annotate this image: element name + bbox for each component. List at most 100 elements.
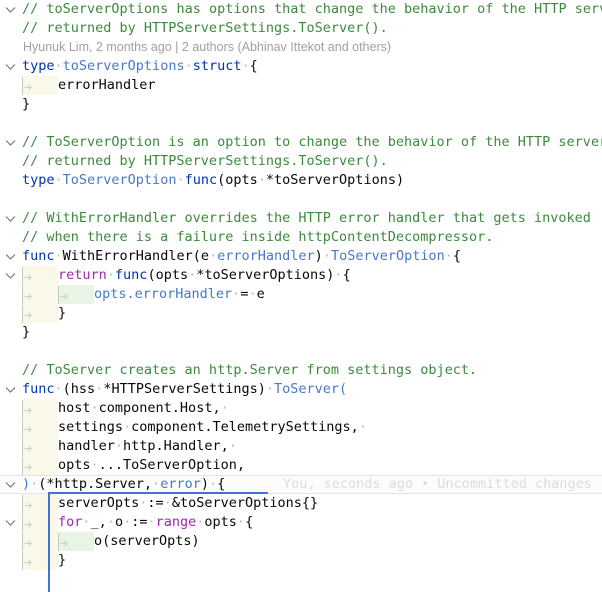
code-line[interactable]: // returned by HTTPServerSettings.ToServ… [0,152,602,171]
code-line-text[interactable]: host·component.Host,· [58,399,229,418]
code-token: · [54,58,63,74]
code-line-text[interactable]: o(serverOpts) [94,532,200,551]
code-line[interactable]: host·component.Host,· [0,399,602,418]
code-line[interactable]: func·(hss·*HTTPServerSettings)·ToServer( [0,380,602,399]
code-line[interactable] [0,114,602,133]
code-token: { [249,58,258,74]
code-line-text[interactable]: // returned by HTTPServerSettings.ToServ… [22,152,388,171]
code-line[interactable]: return·func(opts·*toServerOptions)·{ [0,266,602,285]
code-line[interactable]: type·toServerOptions·struct·{ [0,57,602,76]
code-line-text[interactable]: settings·component.TelemetrySettings,· [58,418,367,437]
code-line[interactable]: // when there is a failure inside httpCo… [0,228,602,247]
code-line[interactable] [0,342,602,361]
code-token: // ToServer creates an http.Server from … [22,362,478,378]
code-line[interactable]: } [0,323,602,342]
code-editor-viewport[interactable]: // toServerOptions has options that chan… [0,0,602,592]
code-token: component.TelemetrySettings, [131,419,359,435]
code-line[interactable]: } [0,551,602,570]
indent-guide [22,437,58,456]
editor-gutter [0,266,22,285]
code-token: · [334,267,343,283]
code-line-text[interactable]: } [22,323,30,342]
code-line-text[interactable]: opts·...ToServerOption, [58,456,245,475]
code-line-text[interactable]: return·func(opts·*toServerOptions)·{ [58,266,351,285]
code-line-text[interactable]: handler·http.Handler,· [58,437,237,456]
code-line[interactable]: type·ToServerOption·func(opts·*toServerO… [0,171,602,190]
code-line[interactable]: // returned by HTTPServerSettings.ToServ… [0,19,602,38]
code-line[interactable]: // WithErrorHandler overrides the HTTP e… [0,209,602,228]
code-line-text[interactable]: func·WithErrorHandler(e·errorHandler)·To… [22,247,461,266]
code-line[interactable]: // ToServerOption is an option to change… [0,133,602,152]
code-line[interactable]: for·_,·o·:=·range·opts·{ [0,513,602,532]
code-line-text[interactable]: // ToServerOption is an option to change… [22,133,602,152]
chevron-down-icon[interactable] [5,6,16,13]
indent-guide [22,494,58,513]
code-line[interactable] [0,190,602,209]
code-line-text[interactable]: type·toServerOptions·struct·{ [22,57,258,76]
code-line-text[interactable]: type·ToServerOption·func(opts·*toServerO… [22,171,404,190]
code-line[interactable]: } [0,304,602,323]
code-token: opts [204,514,237,530]
code-token: // returned by HTTPServerSettings.ToServ… [22,153,388,169]
code-token: ) [22,476,31,492]
indent-guide [22,513,58,532]
code-token: ( [147,267,156,283]
code-line[interactable]: opts·...ToServerOption, [0,456,602,475]
code-token: } [22,324,31,340]
indent-guide [22,532,58,551]
code-token: // when there is a failure inside httpCo… [22,229,494,245]
indent-guide [22,418,58,437]
git-blame-annotation[interactable]: Hyunuk Lim, 2 months ago | 2 authors (Ab… [23,38,391,57]
code-token: opts [155,267,189,283]
chevron-down-icon[interactable] [5,253,16,260]
code-token: e [200,248,209,264]
code-line-text[interactable]: // toServerOptions has options that chan… [22,0,602,19]
code-token: · [248,286,257,302]
code-line[interactable]: opts.errorHandler·=·e [0,285,602,304]
code-token: ToServerOption [62,172,177,188]
code-line-text[interactable]: } [58,551,66,570]
editor-gutter [0,171,22,190]
code-line[interactable]: handler·http.Handler,· [0,437,602,456]
code-line-text[interactable]: for·_,·o·:=·range·opts·{ [58,513,253,532]
chevron-down-icon[interactable] [5,386,16,393]
code-line-text[interactable]: // WithErrorHandler overrides the HTTP e… [22,209,591,228]
chevron-down-icon[interactable] [5,139,16,146]
editor-gutter [0,0,22,19]
code-token: ) [200,476,209,492]
code-line[interactable]: Hyunuk Lim, 2 months ago | 2 authors (Ab… [0,38,602,57]
chevron-down-icon[interactable] [5,481,16,488]
code-line[interactable]: // ToServer creates an http.Server from … [0,361,602,380]
code-line[interactable]: } [0,95,602,114]
code-line-text[interactable]: serverOpts·:=·&toServerOptions{} [58,494,318,513]
code-token: } [58,305,67,321]
code-line-text[interactable]: // ToServer creates an http.Server from … [22,361,477,380]
indent-guide [22,551,58,570]
code-line[interactable]: serverOpts·:=·&toServerOptions{} [0,494,602,513]
code-token: · [90,457,99,473]
code-line-text[interactable]: } [58,304,66,323]
chevron-down-icon[interactable] [5,63,16,70]
chevron-down-icon[interactable] [5,272,16,279]
code-line[interactable]: o(serverOpts) [0,532,602,551]
code-token: // WithErrorHandler overrides the HTTP e… [22,210,591,226]
code-line-text[interactable]: func·(hss·*HTTPServerSettings)·ToServer( [22,380,347,399]
inline-blame-annotation[interactable]: You, seconds ago • Uncommitted changes [283,475,592,494]
code-line-text[interactable]: // returned by HTTPServerSettings.ToServ… [22,19,388,38]
code-token: opts.errorHandler [94,286,233,302]
chevron-down-icon[interactable] [5,215,16,222]
code-line-text[interactable]: errorHandler [58,76,156,95]
code-token: · [241,58,250,74]
code-line[interactable]: errorHandler [0,76,602,95]
code-token: handler [58,438,115,454]
chevron-down-icon[interactable] [5,519,16,526]
code-line-text[interactable]: // when there is a failure inside httpCo… [22,228,493,247]
code-line[interactable]: settings·component.TelemetrySettings,· [0,418,602,437]
code-token: · [220,400,229,416]
code-line-text[interactable]: } [22,95,30,114]
code-line[interactable]: // toServerOptions has options that chan… [0,0,602,19]
code-line[interactable]: func·WithErrorHandler(e·errorHandler)·To… [0,247,602,266]
code-line-text[interactable]: opts.errorHandler·=·e [94,285,265,304]
editor-gutter [0,399,22,418]
editor-gutter [0,285,22,304]
